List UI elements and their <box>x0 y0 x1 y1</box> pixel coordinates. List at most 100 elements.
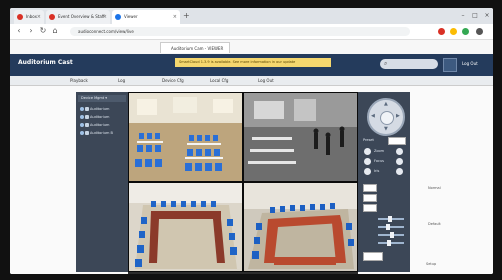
brightness-slider[interactable] <box>378 216 404 222</box>
focus-near-icon[interactable] <box>364 158 371 165</box>
menu-icon[interactable] <box>476 28 483 35</box>
status-text: Setup <box>426 262 437 266</box>
focus-label: Focus <box>374 159 384 163</box>
device-label: Auditorium <box>90 107 110 111</box>
minimize-icon[interactable]: – <box>457 8 469 24</box>
device-label: Auditorium <box>90 123 110 127</box>
menu-item[interactable]: Log Out <box>258 77 274 84</box>
preset-label: Preset <box>363 138 374 142</box>
speed-field[interactable] <box>363 204 377 212</box>
back-icon[interactable]: ‹ <box>14 26 24 36</box>
ptz-joystick[interactable]: ▲ ▼ ◀ ▶ <box>367 98 405 136</box>
zoom-label: Zoom <box>374 149 385 153</box>
zoom-out-icon[interactable] <box>364 148 371 155</box>
device-item[interactable]: Auditorium B <box>80 130 113 136</box>
video-grid <box>128 92 358 272</box>
arrow-right-icon[interactable]: ▶ <box>396 113 400 119</box>
browser-tab[interactable]: Event Overview & Staff × <box>46 10 110 24</box>
hue-slider[interactable] <box>378 240 404 246</box>
close-window-icon[interactable]: × <box>481 8 493 24</box>
menu-item[interactable]: Device Cfg <box>162 77 184 84</box>
close-icon[interactable]: × <box>37 10 41 24</box>
tab-label: Inbox <box>26 14 37 19</box>
address-bar-row: ‹ › ↻ ⌂ audioconnect.com/view/live <box>10 24 493 40</box>
device-label: Auditorium B <box>90 131 113 135</box>
checkbox[interactable] <box>85 115 89 119</box>
default-button[interactable] <box>363 252 383 261</box>
browser-tab[interactable]: Inbox × <box>14 10 44 24</box>
close-icon[interactable]: × <box>173 10 177 24</box>
speed-field[interactable] <box>363 184 377 192</box>
menu-bar: Playback Log Device Cfg Local Cfg Log Ou… <box>10 76 493 86</box>
inner-tab-label: Auditorium Cam - VIEWER <box>171 46 224 51</box>
menu-item[interactable]: Local Cfg <box>210 77 228 84</box>
extension-icon[interactable] <box>438 28 445 35</box>
device-panel: Device Mgmt ▾ Auditorium Auditorium Audi… <box>76 92 128 272</box>
camera-feed-4[interactable] <box>244 183 357 271</box>
tab-label: Event Overview & Staff <box>58 14 105 19</box>
zoom-in-icon[interactable] <box>396 148 403 155</box>
preset-select[interactable] <box>388 137 406 145</box>
contrast-slider[interactable] <box>378 224 404 230</box>
device-panel-title[interactable]: Device Mgmt ▾ <box>78 95 126 102</box>
url-text: audioconnect.com/view/live <box>78 29 134 34</box>
page-icon <box>115 14 121 20</box>
iris-open-icon[interactable] <box>396 168 403 175</box>
user-icon[interactable] <box>443 58 457 72</box>
speed-field[interactable] <box>363 194 377 202</box>
saturation-slider[interactable] <box>378 232 404 238</box>
app-title: Auditorium Cast <box>18 59 73 66</box>
home-icon[interactable]: ⌂ <box>50 26 60 36</box>
forward-icon[interactable]: › <box>26 26 36 36</box>
logout-link[interactable]: Log Out <box>462 61 478 66</box>
iris-close-icon[interactable] <box>364 168 371 175</box>
status-text: Default <box>428 222 441 226</box>
device-label: Auditorium <box>90 115 110 119</box>
arrow-left-icon[interactable]: ◀ <box>371 113 375 119</box>
new-tab-button[interactable]: + <box>183 10 190 22</box>
search-icon: ⌕ <box>384 60 388 67</box>
camera-feed-2[interactable] <box>244 93 357 181</box>
arrow-up-icon[interactable]: ▲ <box>384 101 388 107</box>
screen: Inbox × Event Overview & Staff × Viewer … <box>10 8 493 274</box>
search-input[interactable]: ⌕ <box>380 59 438 69</box>
checkbox[interactable] <box>85 123 89 127</box>
device-item[interactable]: Auditorium <box>80 114 109 120</box>
ptz-center-button[interactable] <box>380 111 394 125</box>
close-icon[interactable]: × <box>103 10 107 24</box>
extension-icon[interactable] <box>462 28 469 35</box>
device-item[interactable]: Auditorium <box>80 106 109 112</box>
device-item[interactable]: Auditorium <box>80 122 109 128</box>
update-banner[interactable]: SmartCloud 1.3.9 is available. See more … <box>175 58 331 67</box>
ptz-panel: ▲ ▼ ◀ ▶ Preset Zoom Focus Iris <box>358 92 410 272</box>
camera-icon <box>80 107 84 111</box>
checkbox[interactable] <box>85 107 89 111</box>
mail-icon <box>17 14 23 20</box>
inner-tab-bar: Auditorium Cam - VIEWER <box>10 40 493 55</box>
url-field[interactable]: audioconnect.com/view/live <box>70 27 410 36</box>
calendar-icon <box>49 14 55 20</box>
tab-label: Viewer <box>124 14 138 19</box>
camera-icon <box>80 131 84 135</box>
extension-icon[interactable] <box>450 28 457 35</box>
camera-feed-1[interactable] <box>129 93 242 181</box>
inner-tab[interactable]: Auditorium Cam - VIEWER <box>160 42 230 53</box>
arrow-down-icon[interactable]: ▼ <box>384 126 388 132</box>
camera-icon <box>80 123 84 127</box>
browser-tab-active[interactable]: Viewer × <box>112 10 180 24</box>
camera-feed-3[interactable] <box>129 183 242 271</box>
maximize-icon[interactable]: □ <box>469 8 481 24</box>
playback-bar[interactable] <box>128 272 358 274</box>
camera-icon <box>80 115 84 119</box>
reload-icon[interactable]: ↻ <box>38 26 48 36</box>
status-text: Normal <box>428 186 441 190</box>
menu-item[interactable]: Log <box>118 77 125 84</box>
monitor-bezel: Inbox × Event Overview & Staff × Viewer … <box>0 0 502 280</box>
iris-label: Iris <box>374 169 380 173</box>
app-header: Auditorium Cast SmartCloud 1.3.9 is avai… <box>10 54 493 76</box>
focus-far-icon[interactable] <box>396 158 403 165</box>
browser-tab-bar: Inbox × Event Overview & Staff × Viewer … <box>10 8 493 24</box>
main-area: Device Mgmt ▾ Auditorium Auditorium Audi… <box>10 86 493 274</box>
checkbox[interactable] <box>85 131 89 135</box>
menu-item[interactable]: Playback <box>70 77 88 84</box>
